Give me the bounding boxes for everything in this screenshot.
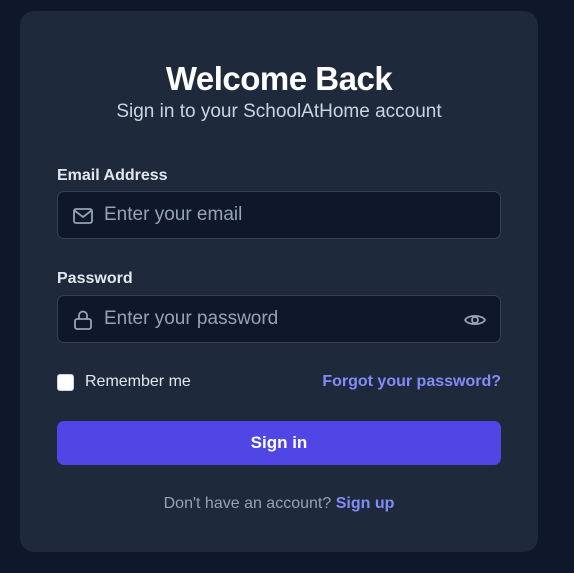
email-input[interactable]	[104, 192, 444, 238]
login-card: Welcome Back Sign in to your SchoolAtHom…	[20, 11, 538, 552]
sign-up-link[interactable]: Sign up	[336, 495, 395, 512]
forgot-password-link[interactable]: Forgot your password?	[322, 371, 501, 393]
remember-label: Remember me	[85, 373, 191, 390]
remember-checkbox[interactable]	[57, 373, 74, 391]
eye-icon[interactable]	[463, 308, 487, 332]
signup-prompt-text: Don't have an account?	[163, 495, 332, 512]
email-label: Email Address	[57, 167, 168, 184]
remember-me: Remember me	[57, 371, 191, 393]
password-field[interactable]	[57, 295, 501, 343]
page-subtitle: Sign in to your SchoolAtHome account	[116, 101, 442, 122]
email-field[interactable]	[57, 191, 501, 239]
password-input[interactable]	[104, 296, 444, 342]
page-title: Welcome Back	[165, 60, 393, 97]
password-label: Password	[57, 270, 133, 287]
lock-icon	[74, 310, 92, 330]
sign-in-button[interactable]: Sign in	[57, 421, 501, 465]
signup-prompt: Don't have an account? Sign up	[20, 493, 538, 515]
mail-icon	[73, 208, 93, 224]
